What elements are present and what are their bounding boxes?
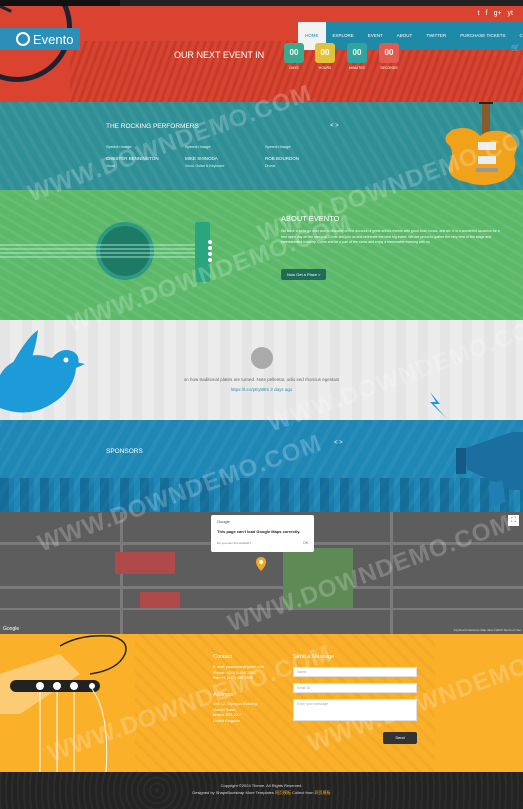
countdown-days-label: DAYS xyxy=(289,66,299,70)
about-title: ABOUT EVENTO xyxy=(281,214,340,223)
electric-guitar-illustration xyxy=(445,102,517,185)
performer-name: CHESTER BENNINGTON xyxy=(106,156,159,161)
form-title: Send a Message xyxy=(293,654,335,660)
countdown-hours-label: HOURS xyxy=(318,66,332,70)
social-links: t f g+ yt xyxy=(478,10,513,17)
performer-image: Speech image xyxy=(265,144,291,149)
dialog-google-label: Google xyxy=(217,519,230,524)
sponsors-carousel-arrows[interactable]: < > xyxy=(334,440,343,446)
contact-section: Contact E-mail: yourname@gmail.com Phone… xyxy=(0,634,523,772)
address-block: Unit 12, Olympus Building, Market Road, … xyxy=(213,702,258,724)
next-event-title: OUR NEXT EVENT IN xyxy=(174,50,265,60)
performer-name: MIKE SHINODA xyxy=(185,156,218,161)
send-button[interactable]: Send xyxy=(383,732,417,744)
footer: Copyright ©2024 Theme. All Rights Reserv… xyxy=(0,772,523,809)
avatar xyxy=(251,347,273,369)
sponsors-section: SPONSORS < > xyxy=(0,420,523,512)
fullscreen-button[interactable]: ⛶ xyxy=(508,515,519,526)
google-plus-icon[interactable]: g+ xyxy=(494,10,502,17)
countdown-hours: 00 xyxy=(315,43,335,63)
countdown-minutes-label: MINUTES xyxy=(349,66,365,70)
megaphone-illustration xyxy=(456,432,523,508)
countdown-seconds: 00 xyxy=(379,43,399,63)
performer-role: Drums xyxy=(265,164,276,168)
name-field[interactable]: Name xyxy=(293,667,417,677)
map-section: Google This page can't load Google Maps … xyxy=(0,512,523,634)
map-error-dialog: Google This page can't load Google Maps … xyxy=(211,515,314,552)
countdown-seconds-label: SECONDS xyxy=(380,66,398,70)
park-area xyxy=(283,548,353,608)
copyright-text: Copyright ©2024 Theme. All Rights Reserv… xyxy=(220,783,303,788)
credits-link-2[interactable]: 网页模板 xyxy=(315,790,331,795)
twitter-bird-icon xyxy=(0,330,85,413)
contact-title: Contact xyxy=(213,654,232,660)
nav-twitter[interactable]: TWITTER xyxy=(419,22,453,50)
acoustic-guitar-illustration xyxy=(0,222,212,282)
countdown-minutes: 00 xyxy=(347,43,367,63)
dialog-subtitle: Do you own this website? xyxy=(217,541,252,545)
performer-role: Vocal xyxy=(106,164,115,168)
performers-section: THE ROCKING PERFORMERS < > Speech image … xyxy=(0,102,523,190)
address-line: Unit 12, Olympus Building, xyxy=(213,702,258,706)
contact-details: E-mail: yourname@gmail.com Phone: +(00) … xyxy=(213,665,264,682)
about-text: We have a lot to go over and to discover… xyxy=(281,229,500,244)
credits-link-1[interactable]: 网页模板 xyxy=(275,790,291,795)
facebook-icon[interactable]: f xyxy=(486,10,488,17)
performer-role: Vocal, Guitar & Keyboard xyxy=(185,164,225,168)
twitter-icon[interactable]: t xyxy=(478,10,480,17)
credits-text: Designed by ShapeBootstrap More Template… xyxy=(0,790,523,796)
performer-name: ROB BOURDON xyxy=(265,156,300,161)
page: Evento t f g+ yt HOME EXPLORE EVENT ABOU… xyxy=(0,0,523,809)
youtube-icon[interactable]: yt xyxy=(508,10,513,17)
guitar-pickup-illustration xyxy=(0,634,127,772)
contact-fax: Fax: +1 (012) 456-7890 xyxy=(213,676,253,680)
credits-designed-by: Designed by ShapeBootstrap More Template… xyxy=(192,790,274,795)
map-attribution: Keyboard shortcuts Map data ©2024 Terms … xyxy=(453,628,521,632)
credits-collect: Collect from xyxy=(292,790,314,795)
about-section: ABOUT EVENTO We have a lot to go over an… xyxy=(0,190,523,320)
performer-image: Speech image xyxy=(185,144,211,149)
contact-email: E-mail: yourname@gmail.com xyxy=(213,665,264,669)
performer-image: Speech image xyxy=(106,144,132,149)
countdown-days: 00 xyxy=(284,43,304,63)
get-a-place-button[interactable]: Now Get a Place > xyxy=(281,269,327,280)
city-skyline-illustration xyxy=(0,478,523,512)
email-field[interactable]: Email ID xyxy=(293,683,417,693)
message-field[interactable]: Enter your message xyxy=(293,699,417,721)
nav-purchase-tickets[interactable]: PURCHASE TICKETS xyxy=(453,22,512,50)
lightning-icon xyxy=(430,392,446,418)
tweet-text: on how traditional plates are turned. No… xyxy=(183,377,340,382)
address-line: United Kingdom xyxy=(213,718,241,723)
performers-carousel-arrows[interactable]: < > xyxy=(330,123,339,129)
logo-icon xyxy=(16,32,30,46)
dialog-ok-button[interactable]: OK xyxy=(303,541,308,545)
twitter-section: on how traditional plates are turned. No… xyxy=(0,320,523,420)
sponsors-title: SPONSORS xyxy=(106,448,143,455)
address-title: Address xyxy=(213,692,234,698)
brand-logo[interactable]: Evento xyxy=(0,28,80,50)
google-logo: Google xyxy=(3,626,20,632)
hero-section: Evento t f g+ yt HOME EXPLORE EVENT ABOU… xyxy=(0,6,523,102)
dialog-title: This page can't load Google Maps correct… xyxy=(217,529,301,534)
cart-icon[interactable]: 🛒 xyxy=(511,44,521,54)
map-pin-icon[interactable] xyxy=(256,557,266,571)
performers-title: THE ROCKING PERFORMERS xyxy=(106,123,199,130)
brand-name: Evento xyxy=(33,31,74,47)
